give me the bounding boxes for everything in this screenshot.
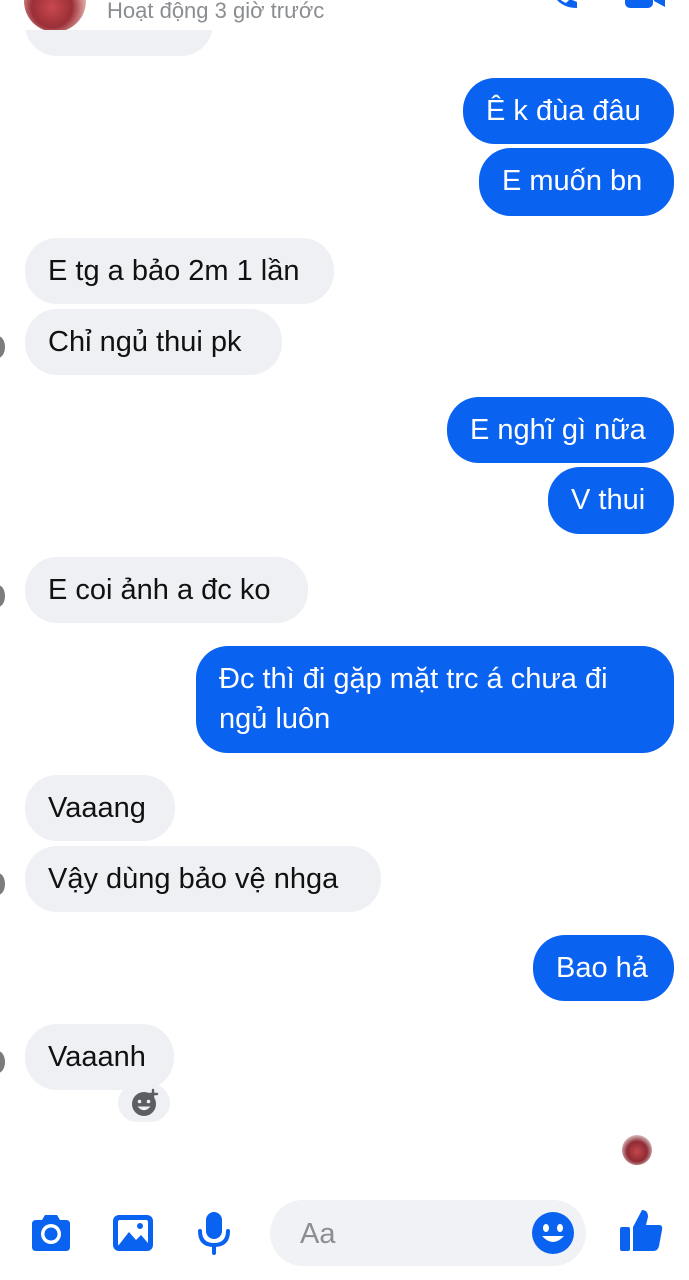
message-bubble-outgoing[interactable]: E nghĩ gì nữa (447, 397, 674, 463)
message-input-field[interactable] (270, 1200, 586, 1268)
message-bubble-outgoing[interactable]: Ê k đùa đâu (463, 78, 674, 144)
message-bubble-incoming[interactable]: Chỉ ngủ thui pk (25, 309, 282, 375)
message-bubble-outgoing[interactable]: Đc thì đi gặp mặt trc á chưa đi ngủ luôn (196, 646, 674, 753)
message-bubble-outgoing[interactable]: V thui (548, 467, 674, 534)
contact-avatar[interactable] (24, 0, 86, 30)
message-bubble-incoming[interactable]: Vaaanh (25, 1024, 174, 1090)
message-bubble-outgoing[interactable]: E muốn bn (479, 148, 674, 216)
message-bubble-incoming[interactable]: Vậy dùng bảo vệ nhga (25, 846, 381, 912)
camera-icon[interactable] (28, 1210, 74, 1256)
contact-avatar (0, 585, 5, 607)
message-bubble-incoming[interactable]: Vaaang (25, 775, 175, 841)
message-composer (0, 1180, 689, 1280)
thumbs-up-icon[interactable] (617, 1206, 665, 1254)
message-bubble-incoming[interactable]: E tg a bảo 2m 1 lần (25, 238, 334, 304)
emoji-icon[interactable] (530, 1210, 576, 1256)
seen-avatar (622, 1135, 652, 1165)
message-input[interactable] (298, 1200, 532, 1268)
active-status: Hoạt động 3 giờ trước (107, 0, 325, 23)
message-list: Ê k đùa đâu E muốn bn E tg a bảo 2m 1 lầ… (0, 0, 689, 1180)
message-bubble-incoming[interactable]: E coi ảnh a đc ko (25, 557, 308, 623)
message-bubble-outgoing[interactable]: Bao hả (533, 935, 674, 1001)
video-camera-icon[interactable] (623, 0, 667, 12)
contact-avatar (0, 336, 5, 358)
contact-avatar (0, 873, 5, 895)
phone-icon[interactable] (547, 0, 581, 12)
contact-avatar (0, 1051, 5, 1073)
chat-header: Hoạt động 3 giờ trước (0, 0, 689, 30)
microphone-icon[interactable] (191, 1210, 237, 1256)
add-reaction-icon[interactable] (118, 1084, 170, 1122)
image-icon[interactable] (110, 1210, 156, 1256)
